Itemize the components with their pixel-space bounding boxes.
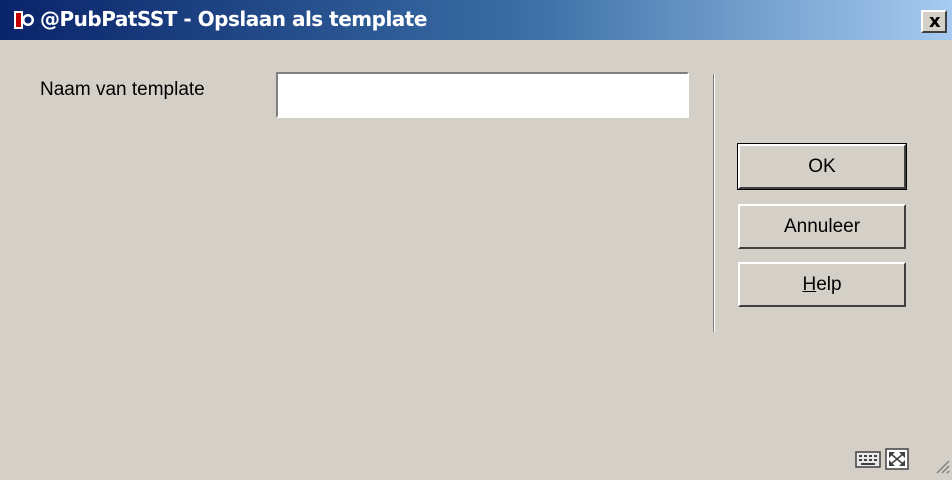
title-bar: @PubPatSST - Opslaan als template x [0, 0, 952, 40]
keyboard-icon[interactable] [855, 448, 881, 476]
help-button[interactable]: Help [738, 262, 906, 307]
resize-grip-icon[interactable] [932, 456, 950, 474]
help-mnemonic: H [802, 273, 817, 295]
maximize-icon[interactable] [885, 448, 909, 476]
close-button[interactable]: x [921, 10, 947, 33]
vertical-divider [713, 74, 715, 332]
template-name-label: Naam van template [40, 79, 205, 100]
close-icon: x [929, 11, 941, 32]
window-title: @PubPatSST - Opslaan als template [40, 7, 427, 31]
help-label-rest: elp [816, 273, 842, 295]
cancel-button[interactable]: Annuleer [738, 204, 906, 249]
template-name-input[interactable] [276, 72, 689, 118]
app-icon [13, 9, 35, 31]
ok-button[interactable]: OK [737, 143, 907, 190]
